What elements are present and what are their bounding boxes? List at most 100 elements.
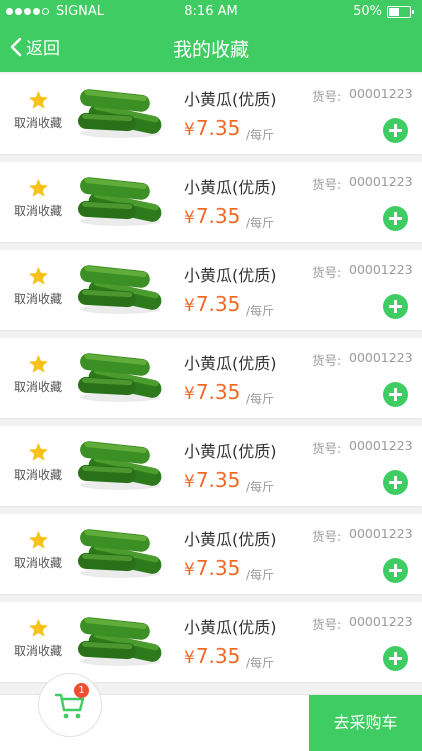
product-name: 小黄瓜(优质) <box>184 354 277 373</box>
product-code: 00001223 <box>349 526 413 541</box>
bottom-bar: 1 去采购车 <box>0 673 422 751</box>
product-name: 小黄瓜(优质) <box>184 442 277 461</box>
cart-count-badge: 1 <box>74 683 89 698</box>
battery-fill <box>389 7 399 16</box>
product-price: ¥7.35 <box>184 468 240 492</box>
nav-bar: 返回 我的收藏 <box>0 22 422 72</box>
price-unit: /每斤 <box>246 656 275 670</box>
star-icon <box>28 354 48 373</box>
price-amount: 7.35 <box>195 644 241 668</box>
add-to-cart-button[interactable] <box>383 206 408 231</box>
unfavorite-label: 取消收藏 <box>13 292 62 306</box>
star-icon <box>28 266 48 285</box>
currency-symbol: ¥ <box>184 120 195 140</box>
unfavorite-button[interactable]: 取消收藏 <box>6 178 70 219</box>
battery-indicator: 50% <box>353 4 414 19</box>
product-price: ¥7.35 <box>184 116 240 140</box>
cart-button[interactable] <box>38 673 102 737</box>
favorite-item: 取消收藏 小黄瓜(优质) 货号: 00001223 ¥7.35 /每斤 <box>0 74 422 154</box>
product-price: ¥7.35 <box>184 292 240 316</box>
currency-symbol: ¥ <box>184 472 195 492</box>
unfavorite-button[interactable]: 取消收藏 <box>6 354 70 395</box>
product-price: ¥7.35 <box>184 556 240 580</box>
product-price: ¥7.35 <box>184 380 240 404</box>
currency-symbol: ¥ <box>184 384 195 404</box>
product-image <box>78 441 162 490</box>
product-name: 小黄瓜(优质) <box>184 178 277 197</box>
product-image <box>78 529 162 578</box>
star-icon <box>28 530 48 549</box>
unfavorite-label: 取消收藏 <box>13 468 62 482</box>
price-amount: 7.35 <box>195 468 241 492</box>
unfavorite-label: 取消收藏 <box>13 204 62 218</box>
battery-icon <box>387 5 411 18</box>
product-code-label: 货号: <box>312 177 342 192</box>
price-amount: 7.35 <box>195 116 241 140</box>
page-title: 我的收藏 <box>172 39 249 61</box>
favorite-item: 取消收藏 小黄瓜(优质) 货号: 00001223 ¥7.35 /每斤 <box>0 162 422 242</box>
product-code-label: 货号: <box>312 529 342 544</box>
product-price: ¥7.35 <box>184 204 240 228</box>
favorite-item: 取消收藏 小黄瓜(优质) 货号: 00001223 ¥7.35 /每斤 <box>0 426 422 506</box>
star-icon <box>28 442 48 461</box>
price-unit: /每斤 <box>246 128 275 142</box>
price-amount: 7.35 <box>195 556 241 580</box>
price-amount: 7.35 <box>195 292 241 316</box>
status-bar: SIGNAL 8:16 AM 50% <box>0 0 422 22</box>
add-to-cart-button[interactable] <box>383 470 408 495</box>
price-amount: 7.35 <box>195 204 241 228</box>
product-price: ¥7.35 <box>184 644 240 668</box>
product-name: 小黄瓜(优质) <box>184 266 277 285</box>
currency-symbol: ¥ <box>184 296 195 316</box>
add-to-cart-button[interactable] <box>383 382 408 407</box>
unfavorite-button[interactable]: 取消收藏 <box>6 530 70 571</box>
favorite-item: 取消收藏 小黄瓜(优质) 货号: 00001223 ¥7.35 /每斤 <box>0 514 422 594</box>
product-name: 小黄瓜(优质) <box>184 530 277 549</box>
unfavorite-label: 取消收藏 <box>13 380 62 394</box>
add-to-cart-button[interactable] <box>383 294 408 319</box>
product-name: 小黄瓜(优质) <box>184 618 277 637</box>
favorite-item: 取消收藏 小黄瓜(优质) 货号: 00001223 ¥7.35 /每斤 <box>0 250 422 330</box>
price-unit: /每斤 <box>246 568 275 582</box>
product-code-label: 货号: <box>312 617 342 632</box>
currency-symbol: ¥ <box>184 648 195 668</box>
product-code: 00001223 <box>349 614 413 629</box>
unfavorite-button[interactable]: 取消收藏 <box>6 90 70 131</box>
unfavorite-button[interactable]: 取消收藏 <box>6 442 70 483</box>
add-to-cart-button[interactable] <box>383 558 408 583</box>
price-unit: /每斤 <box>246 392 275 406</box>
unfavorite-button[interactable]: 取消收藏 <box>6 266 70 307</box>
product-code: 00001223 <box>349 438 413 453</box>
favorites-list: 取消收藏 小黄瓜(优质) 货号: 00001223 ¥7.35 /每斤 取消收藏 <box>0 74 422 690</box>
product-code: 00001223 <box>349 262 413 277</box>
star-icon <box>28 90 48 109</box>
battery-tip <box>412 9 414 14</box>
add-to-cart-button[interactable] <box>383 646 408 671</box>
product-code: 00001223 <box>349 350 413 365</box>
product-code: 00001223 <box>349 86 413 101</box>
product-image <box>78 617 162 666</box>
unfavorite-label: 取消收藏 <box>13 556 62 570</box>
product-code-label: 货号: <box>312 441 342 456</box>
star-icon <box>28 618 48 637</box>
price-unit: /每斤 <box>246 480 275 494</box>
price-amount: 7.35 <box>195 380 241 404</box>
battery-percent: 50% <box>353 4 382 19</box>
checkout-button[interactable]: 去采购车 <box>309 695 422 751</box>
product-image <box>78 265 162 314</box>
favorite-item: 取消收藏 小黄瓜(优质) 货号: 00001223 ¥7.35 /每斤 <box>0 602 422 682</box>
price-unit: /每斤 <box>246 304 275 318</box>
product-image <box>78 353 162 402</box>
product-code-label: 货号: <box>312 89 342 104</box>
add-to-cart-button[interactable] <box>383 118 408 143</box>
product-image <box>78 177 162 226</box>
product-image <box>78 89 162 138</box>
currency-symbol: ¥ <box>184 560 195 580</box>
product-code-label: 货号: <box>312 265 342 280</box>
unfavorite-label: 取消收藏 <box>13 116 62 130</box>
product-code: 00001223 <box>349 174 413 189</box>
unfavorite-button[interactable]: 取消收藏 <box>6 618 70 659</box>
star-icon <box>28 178 48 197</box>
favorite-item: 取消收藏 小黄瓜(优质) 货号: 00001223 ¥7.35 /每斤 <box>0 338 422 418</box>
product-code-label: 货号: <box>312 353 342 368</box>
